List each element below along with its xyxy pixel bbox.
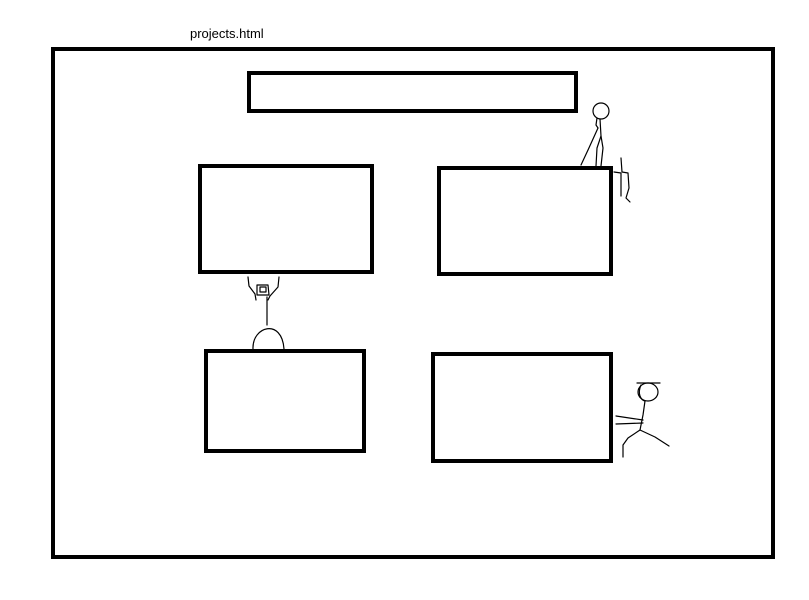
header-bar — [247, 71, 578, 113]
browser-frame — [51, 47, 775, 559]
page-filename: projects.html — [190, 26, 264, 41]
project-card-2[interactable] — [437, 166, 613, 276]
project-card-3[interactable] — [204, 349, 366, 453]
project-card-1[interactable] — [198, 164, 374, 274]
project-card-4[interactable] — [431, 352, 613, 463]
